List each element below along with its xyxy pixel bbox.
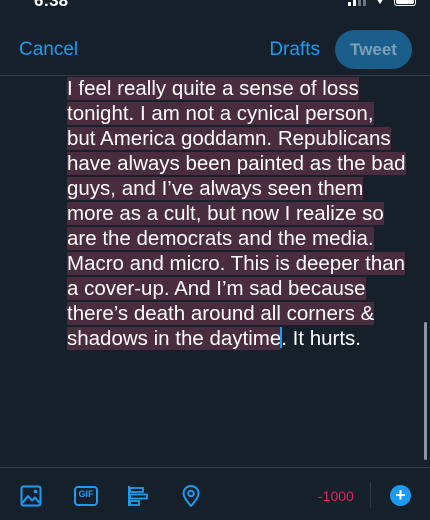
status-bar: 6:38: [0, 0, 430, 12]
cancel-button[interactable]: Cancel: [19, 39, 78, 61]
location-icon[interactable]: [180, 485, 202, 507]
tweet-button[interactable]: Tweet: [335, 30, 412, 69]
drafts-button[interactable]: Drafts: [269, 39, 320, 61]
signal-icon: [348, 0, 366, 6]
tweet-compose-field[interactable]: I feel really quite a sense of loss toni…: [67, 76, 417, 351]
character-count: -1000: [318, 488, 354, 504]
selected-text-line: shadows in the daytime: [67, 327, 282, 350]
add-tweet-button[interactable]: +: [390, 485, 411, 506]
selected-text-line: more as a cult, but now I realize so: [67, 202, 384, 225]
selected-text-line: Macro and micro. This is deeper than: [67, 252, 406, 275]
compose-toolbar: GIF -1000 +: [0, 467, 430, 520]
selected-text-line: but America goddamn. Republicans: [67, 127, 391, 150]
image-icon[interactable]: [20, 485, 42, 507]
scroll-indicator[interactable]: [424, 322, 427, 460]
selected-text-line: there’s death around all corners &: [67, 302, 375, 325]
wifi-icon: [377, 0, 383, 4]
selected-text-line: guys, and I’ve always seen them: [67, 177, 364, 200]
selected-text-line: I feel really quite a sense of loss: [67, 77, 359, 100]
selected-text-line: have always been painted as the bad: [67, 152, 406, 175]
compose-header: Cancel Drafts Tweet: [0, 28, 430, 72]
toolbar-divider: [370, 482, 371, 508]
compose-tweet-screen: 6:38 Cancel Drafts Tweet I feel really q…: [0, 0, 430, 520]
battery-icon: [394, 0, 416, 6]
selected-text-line: are the democrats and the media.: [67, 227, 374, 250]
gif-icon[interactable]: GIF: [74, 485, 98, 507]
unselected-text: . It hurts.: [281, 327, 361, 350]
gif-label: GIF: [78, 489, 94, 499]
status-icons: [348, 0, 416, 6]
status-time: 6:38: [34, 0, 69, 10]
tweet-text[interactable]: I feel really quite a sense of loss toni…: [67, 76, 417, 351]
selected-text-line: a cover-up. And I’m sad because: [67, 277, 366, 300]
poll-icon[interactable]: [127, 485, 149, 507]
selected-text-line: tonight. I am not a cynical person,: [67, 102, 374, 125]
